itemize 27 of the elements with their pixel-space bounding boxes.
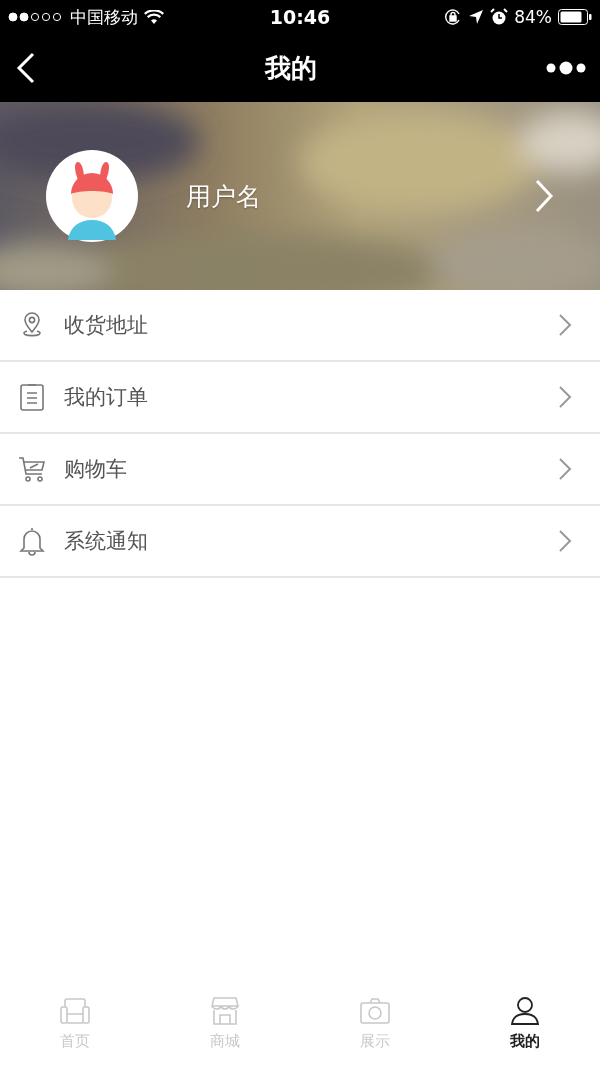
chevron-right-icon[interactable] <box>534 178 554 214</box>
bell-icon <box>18 526 46 556</box>
more-icon[interactable] <box>546 61 586 75</box>
signal-dots-icon <box>8 12 64 22</box>
wifi-icon <box>144 9 164 25</box>
location-pin-icon <box>20 311 44 339</box>
avatar[interactable] <box>46 150 138 242</box>
battery-icon <box>558 9 592 25</box>
back-icon[interactable] <box>16 52 36 84</box>
camera-icon <box>360 996 390 1025</box>
chevron-right-icon <box>558 313 572 337</box>
chevron-right-icon <box>558 529 572 553</box>
clock-time: 10:46 <box>269 6 331 28</box>
location-arrow-icon <box>468 9 485 25</box>
carrier-name: 中国移动 <box>70 5 138 29</box>
chevron-right-icon <box>558 385 572 409</box>
person-icon <box>510 995 540 1026</box>
shopping-cart-icon <box>18 455 46 483</box>
battery-percent: 84% <box>514 7 552 27</box>
clipboard-icon <box>19 382 45 412</box>
tab[interactable]: 我的 <box>450 984 600 1066</box>
username[interactable]: 用户名 <box>186 179 486 213</box>
sofa-icon <box>60 996 90 1025</box>
storefront-icon <box>211 995 239 1026</box>
chevron-right-icon <box>558 457 572 481</box>
page-title: 我的 <box>265 51 317 85</box>
alarm-clock-icon <box>490 8 509 26</box>
